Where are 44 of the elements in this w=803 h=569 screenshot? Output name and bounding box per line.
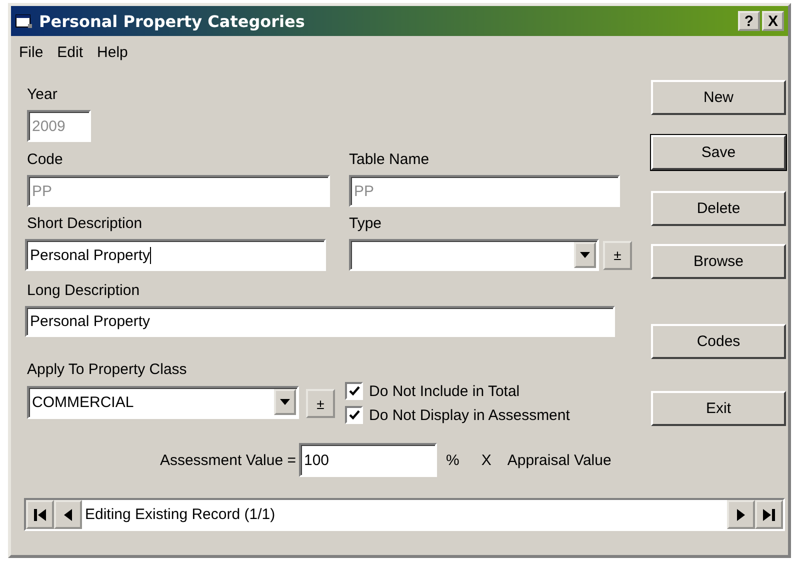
menu-item[interactable]: File: [19, 44, 44, 66]
record-status: Editing Existing Record (1/1): [84, 505, 276, 525]
close-button[interactable]: X: [762, 11, 784, 31]
field-label: Apply To Property Class: [27, 360, 188, 380]
type-dropdown[interactable]: [349, 239, 599, 271]
checkbox[interactable]: Do Not Display in Assessment: [345, 405, 570, 425]
field-label: Short Description: [27, 214, 144, 234]
left-triangle-icon: [63, 508, 73, 522]
help-button[interactable]: ?: [738, 11, 760, 31]
menu-item[interactable]: Help: [97, 44, 128, 66]
window-title: Personal Property Categories: [39, 12, 305, 30]
field-label: Long Description: [27, 281, 141, 301]
window-icon: [15, 13, 33, 29]
next-record-button[interactable]: [727, 500, 755, 529]
check-icon: [348, 386, 360, 396]
add-remove-button[interactable]: ±: [603, 240, 632, 270]
field-label: Type: [349, 214, 383, 234]
action-button[interactable]: Exit: [651, 391, 786, 426]
first-record-icon: [33, 508, 47, 522]
menu-item[interactable]: Edit: [57, 44, 84, 66]
right-triangle-icon: [736, 508, 746, 522]
short-description-field[interactable]: Personal Property: [25, 239, 326, 271]
field-label: Code: [27, 150, 64, 170]
assessment-value-field[interactable]: 100: [299, 443, 437, 477]
action-button[interactable]: Browse: [651, 244, 786, 279]
check-icon: [348, 410, 360, 420]
add-remove-button[interactable]: ±: [306, 389, 335, 418]
long-description-field[interactable]: Personal Property: [25, 306, 615, 337]
field-label: Table Name: [349, 150, 430, 170]
action-button[interactable]: Delete: [651, 191, 786, 226]
multiply-label: X: [481, 452, 492, 468]
percent-label: %: [446, 452, 460, 468]
previous-record-button[interactable]: [54, 500, 82, 529]
last-record-button[interactable]: [755, 500, 783, 529]
field-label: Year: [27, 85, 58, 105]
assessment-label: Assessment Value =: [158, 452, 297, 468]
action-button[interactable]: New: [651, 80, 786, 115]
last-record-icon: [762, 508, 776, 522]
property-class-dropdown[interactable]: COMMERCIAL: [27, 386, 299, 419]
action-button[interactable]: Codes: [651, 324, 786, 359]
appraisal-value-label: Appraisal Value: [507, 452, 612, 468]
action-button[interactable]: Save: [651, 135, 786, 170]
checkbox[interactable]: Do Not Include in Total: [345, 381, 570, 401]
first-record-button[interactable]: [26, 500, 54, 529]
